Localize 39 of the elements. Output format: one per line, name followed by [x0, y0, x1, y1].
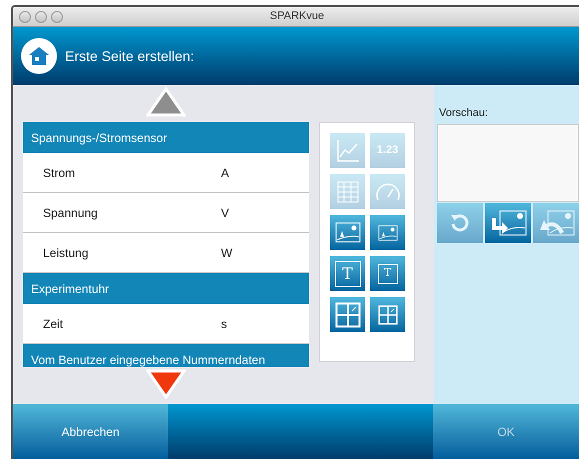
scroll-down-button[interactable]: [146, 369, 186, 399]
layout-button[interactable]: T: [370, 256, 405, 291]
text-icon: T: [378, 264, 398, 284]
window-control-icon[interactable]: [51, 10, 63, 22]
list-group-header: Spannungs-/Stromsensor: [23, 122, 309, 153]
unit-label: V: [221, 204, 230, 222]
window-title: SPARKvue: [270, 9, 324, 24]
layout-button[interactable]: [330, 297, 365, 332]
unit-label: W: [221, 244, 232, 262]
measurement-label: Leistung: [43, 244, 90, 262]
grid-icon: [334, 302, 360, 328]
window-control-icon[interactable]: [19, 10, 31, 22]
number-label: 1.23: [376, 143, 398, 158]
list-item[interactable]: Strom A: [23, 153, 309, 193]
list-group-header: Experimentuhr: [23, 273, 309, 304]
unit-label: s: [221, 316, 227, 332]
cancel-button[interactable]: Abbrechen: [13, 404, 168, 459]
gauge-icon: [374, 180, 402, 202]
unit-label: A: [221, 164, 230, 182]
image-icon: [378, 224, 398, 240]
preview-label: Vorschau:: [439, 106, 489, 121]
undo-icon: [449, 212, 471, 234]
image-icon: [334, 222, 360, 243]
list-group-header: Vom Benutzer eingegebene Nummerndaten: [23, 344, 309, 367]
graph-icon: [334, 138, 360, 164]
home-button[interactable]: [21, 38, 57, 74]
measurement-label: Zeit: [43, 316, 64, 332]
window-control-icon[interactable]: [35, 10, 47, 22]
layout-button[interactable]: [330, 215, 365, 250]
layout-button[interactable]: [370, 215, 405, 250]
preview-button[interactable]: [485, 202, 531, 242]
home-icon: [28, 46, 50, 66]
table-icon: [334, 178, 360, 204]
list-item[interactable]: Spannung V: [23, 193, 309, 233]
measurement-label: Strom: [43, 164, 76, 182]
page-title: Erste Seite erstellen:: [65, 46, 194, 66]
layout-button[interactable]: [370, 297, 405, 332]
grid-icon: [378, 304, 398, 324]
measurement-label: Spannung: [43, 204, 99, 222]
